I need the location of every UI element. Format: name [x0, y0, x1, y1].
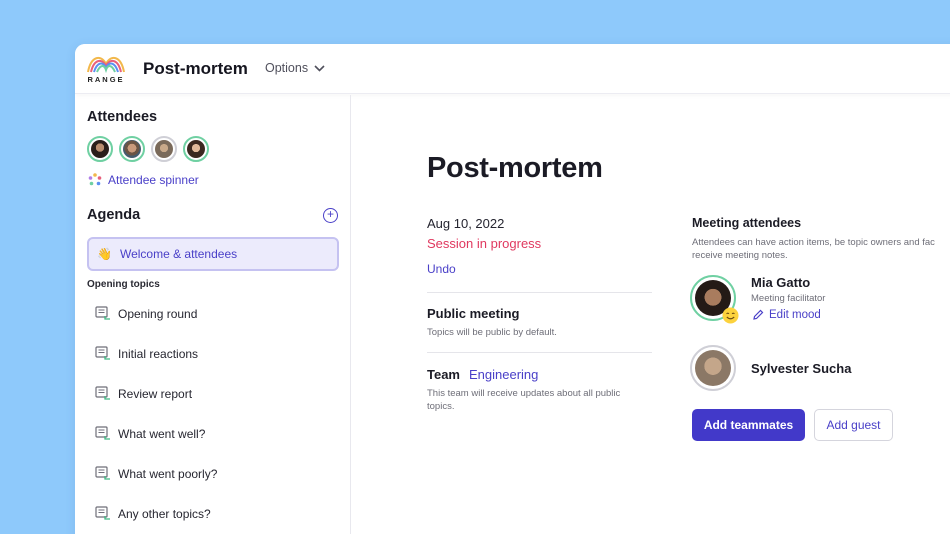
attendee-avatar-mia[interactable] [690, 275, 739, 324]
logo-text: RANGE [87, 75, 125, 84]
app-title: Post-mortem [143, 59, 248, 78]
topic-label: What went well? [118, 426, 206, 441]
topic-label: Review report [118, 386, 193, 401]
avatar[interactable] [119, 136, 145, 162]
attendee-name: Sylvester Sucha [751, 361, 852, 376]
topic-icon [95, 306, 110, 320]
topic-label: What went poorly? [118, 466, 218, 481]
topic-item[interactable]: What went well? [95, 426, 205, 441]
divider [427, 352, 652, 353]
attendee-spinner-link[interactable]: Attendee spinner [88, 173, 199, 187]
public-meeting-description: Topics will be public by default. [427, 327, 557, 338]
options-label: Options [265, 61, 309, 75]
description-line: receive meeting notes. [692, 250, 788, 261]
attendee-avatars [87, 136, 209, 162]
topic-label: Any other topics? [118, 506, 211, 521]
smile-emoji-icon [722, 307, 739, 324]
meeting-date: Aug 10, 2022 [427, 216, 505, 231]
topic-item[interactable]: What went poorly? [95, 466, 217, 481]
topic-icon [95, 426, 110, 440]
options-dropdown[interactable]: Options [265, 61, 325, 75]
topic-item[interactable]: Initial reactions [95, 346, 198, 361]
description-line: Attendees can have action items, be topi… [692, 237, 935, 248]
topic-item[interactable]: Review report [95, 386, 192, 401]
topic-item[interactable]: Any other topics? [95, 506, 211, 521]
main-panel: Post-mortem Aug 10, 2022 Session in prog… [352, 95, 950, 534]
avatar[interactable] [87, 136, 113, 162]
attendee-spinner-label: Attendee spinner [108, 173, 199, 187]
topic-icon [95, 386, 110, 400]
sidebar: Attendees Attendee spinner Agenda + 👋 We… [75, 95, 351, 534]
avatar[interactable] [151, 136, 177, 162]
edit-mood-label: Edit mood [769, 309, 821, 321]
agenda-item-label: Welcome & attendees [119, 247, 238, 261]
chevron-down-icon [314, 64, 325, 72]
team-row: Team Engineering [427, 367, 538, 382]
attendee-name: Mia Gatto [751, 275, 811, 290]
meeting-attendees-title: Meeting attendees [692, 216, 802, 230]
topic-label: Opening round [118, 306, 198, 321]
topic-icon [95, 346, 110, 360]
topic-item[interactable]: Opening round [95, 306, 197, 321]
opening-topics-label: Opening topics [87, 279, 160, 290]
waving-hand-icon: 👋 [97, 247, 112, 261]
undo-link[interactable]: Undo [427, 262, 456, 276]
top-bar: RANGE Post-mortem Options [75, 44, 950, 94]
spinner-dots-icon [88, 173, 102, 186]
avatar[interactable] [183, 136, 209, 162]
divider [427, 292, 652, 293]
app-window: RANGE Post-mortem Options Attendees Atte… [75, 44, 950, 534]
agenda-heading: Agenda [87, 207, 141, 223]
agenda-item-welcome[interactable]: 👋 Welcome & attendees [87, 237, 339, 271]
rainbow-logo-icon [87, 56, 125, 74]
attendee-role: Meeting facilitator [751, 293, 826, 304]
attendee-avatar-sylvester[interactable] [690, 345, 736, 391]
meeting-heading: Post-mortem [427, 152, 603, 184]
add-agenda-item-button[interactable]: + [323, 208, 338, 223]
pencil-icon [753, 309, 764, 320]
add-guest-button[interactable]: Add guest [814, 409, 893, 441]
team-description: This team will receive updates about all… [427, 388, 621, 412]
team-selector[interactable]: Engineering [469, 367, 538, 382]
team-label: Team [427, 367, 460, 382]
session-status: Session in progress [427, 236, 542, 251]
topic-icon [95, 506, 110, 520]
topic-label: Initial reactions [118, 346, 199, 361]
public-meeting-title: Public meeting [427, 306, 520, 321]
edit-mood-link[interactable]: Edit mood [752, 309, 821, 321]
attendees-heading: Attendees [87, 109, 158, 125]
add-teammates-button[interactable]: Add teammates [692, 409, 805, 441]
meeting-attendees-description: Attendees can have action items, be topi… [692, 236, 950, 262]
topic-icon [95, 466, 110, 480]
range-logo[interactable]: RANGE [85, 50, 127, 90]
